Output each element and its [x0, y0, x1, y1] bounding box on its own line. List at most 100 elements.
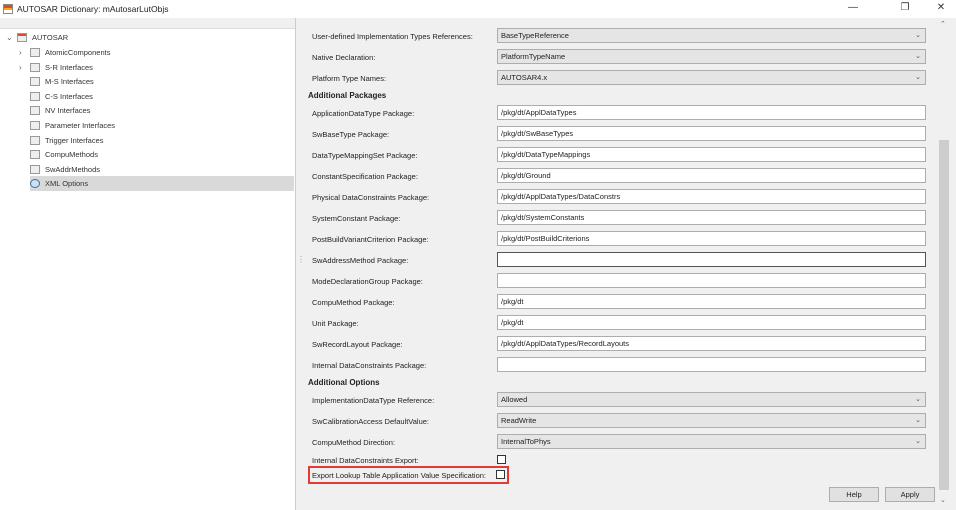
top-field-label: Native Declaration: — [312, 52, 376, 62]
checkbox[interactable] — [497, 455, 506, 464]
package-label: Unit Package: — [312, 318, 359, 328]
package-value: /pkg/dt/Ground — [501, 171, 551, 180]
packages-heading: Additional Packages — [308, 91, 387, 100]
chevron-down-icon: ⌄ — [915, 417, 921, 424]
tree-item[interactable]: XML Options — [30, 176, 294, 192]
tree-item[interactable]: CompuMethods — [30, 147, 294, 162]
scroll-up-icon[interactable]: ⌃ — [940, 20, 946, 28]
option-dropdown[interactable]: InternalToPhys ⌄ — [497, 434, 926, 449]
package-value: /pkg/dt — [501, 297, 524, 306]
package-input[interactable]: /pkg/dt/ApplDataTypes/DataConstrs — [497, 189, 926, 204]
option-label: SwCalibrationAccess DefaultValue: — [312, 416, 430, 426]
package-label: SwBaseType Package: — [312, 129, 390, 139]
option-value: Allowed — [501, 395, 528, 404]
tree-item[interactable]: Trigger Interfaces — [30, 133, 294, 148]
tree-header — [0, 18, 295, 29]
package-input[interactable]: /pkg/dt/ApplDataTypes — [497, 105, 926, 120]
chevron-down-icon: ⌄ — [915, 396, 921, 403]
apply-button[interactable]: Apply — [885, 487, 935, 502]
package-input[interactable] — [497, 357, 926, 372]
tree-root[interactable]: ⌄ AUTOSAR — [0, 30, 294, 45]
package-input[interactable]: /pkg/dt/Ground — [497, 168, 926, 183]
xml-options-panel: User-defined Implementation Types Refere… — [300, 18, 937, 510]
top-field-label: User-defined Implementation Types Refere… — [312, 31, 473, 41]
package-label: ApplicationDataType Package: — [312, 108, 415, 118]
tree-item-label: AtomicComponents — [45, 48, 111, 57]
tree-item-label: XML Options — [45, 179, 89, 189]
package-input[interactable]: /pkg/dt/SwBaseTypes — [497, 126, 926, 141]
vertical-scrollbar[interactable]: ⌃ ⌄ — [937, 18, 951, 510]
chevron-right-icon[interactable]: › — [19, 63, 22, 72]
node-icon — [30, 77, 40, 87]
scroll-down-icon[interactable]: ⌄ — [940, 496, 946, 504]
maximize-button[interactable]: ❐ — [890, 0, 920, 18]
chevron-right-icon[interactable]: › — [19, 48, 22, 57]
tree-item[interactable]: SwAddrMethods — [30, 162, 294, 177]
tree-item-label: M-S Interfaces — [45, 77, 94, 87]
tree-item[interactable]: › S-R Interfaces — [19, 60, 294, 75]
close-button[interactable]: ✕ — [926, 0, 956, 18]
scrollbar-thumb[interactable] — [939, 140, 949, 490]
package-value: /pkg/dt — [501, 318, 524, 327]
tree-item[interactable]: C-S Interfaces — [30, 89, 294, 104]
chevron-down-icon: ⌄ — [915, 438, 921, 445]
node-icon — [30, 91, 40, 101]
top-field-dropdown[interactable]: AUTOSAR4.x ⌄ — [497, 70, 926, 85]
help-button[interactable]: Help — [829, 487, 879, 502]
node-icon — [30, 106, 40, 116]
package-label: DataTypeMappingSet Package: — [312, 150, 418, 160]
node-icon — [30, 150, 40, 160]
top-field-dropdown[interactable]: BaseTypeReference ⌄ — [497, 28, 926, 43]
option-dropdown[interactable]: Allowed ⌄ — [497, 392, 926, 407]
chevron-down-icon: ⌄ — [915, 32, 921, 39]
tree-item[interactable]: Parameter Interfaces — [30, 118, 294, 133]
package-label: Internal DataConstraints Package: — [312, 360, 427, 370]
gear-icon — [30, 179, 40, 189]
package-value: /pkg/dt/PostBuildCriterions — [501, 234, 590, 243]
chevron-down-icon: ⌄ — [915, 74, 921, 81]
autosar-icon — [17, 33, 27, 42]
node-icon — [30, 121, 40, 130]
option-label: ImplementationDataType Reference: — [312, 395, 435, 405]
tree-item-label: CompuMethods — [45, 150, 98, 160]
highlight-box — [308, 466, 509, 484]
package-value: /pkg/dt/DataTypeMappings — [501, 150, 591, 159]
package-input[interactable]: /pkg/dt/SystemConstants — [497, 210, 926, 225]
package-value: /pkg/dt/SwBaseTypes — [501, 129, 574, 138]
tree-item[interactable]: M-S Interfaces — [30, 74, 294, 89]
option-label: CompuMethod Direction: — [312, 437, 395, 447]
tree-item-label: SwAddrMethods — [45, 164, 101, 174]
package-label: PostBuildVariantCriterion Package: — [312, 234, 429, 244]
tree-item-label: NV Interfaces — [45, 106, 91, 116]
package-input[interactable] — [497, 273, 926, 288]
top-field-value: BaseTypeReference — [501, 31, 569, 40]
window-title: AUTOSAR Dictionary: mAutosarLutObjs — [17, 4, 169, 14]
node-icon — [30, 62, 40, 72]
node-icon — [30, 164, 40, 174]
package-input[interactable]: /pkg/dt/ApplDataTypes/RecordLayouts — [497, 336, 926, 351]
option-value: ReadWrite — [501, 416, 537, 425]
chevron-down-icon: ⌄ — [915, 53, 921, 60]
package-input[interactable]: /pkg/dt — [497, 315, 926, 330]
top-field-label: Platform Type Names: — [312, 73, 387, 83]
package-label: CompuMethod Package: — [312, 297, 395, 307]
package-value: /pkg/dt/ApplDataTypes/DataConstrs — [501, 192, 621, 201]
top-field-value: PlatformTypeName — [501, 52, 566, 61]
minimize-button[interactable]: — — [838, 0, 868, 18]
tree-item[interactable]: NV Interfaces — [30, 103, 294, 118]
package-input[interactable] — [497, 252, 926, 267]
tree-item-label: S-R Interfaces — [45, 62, 93, 72]
package-input[interactable]: /pkg/dt/PostBuildCriterions — [497, 231, 926, 246]
app-icon — [3, 4, 13, 14]
package-label: SwRecordLayout Package: — [312, 339, 403, 349]
package-label: Physical DataConstraints Package: — [312, 192, 430, 202]
top-field-dropdown[interactable]: PlatformTypeName ⌄ — [497, 49, 926, 64]
package-label: ConstantSpecification Package: — [312, 171, 418, 181]
option-dropdown[interactable]: ReadWrite ⌄ — [497, 413, 926, 428]
package-label: SystemConstant Package: — [312, 213, 401, 223]
tree-item-label: C-S Interfaces — [45, 91, 93, 101]
package-input[interactable]: /pkg/dt/DataTypeMappings — [497, 147, 926, 162]
tree-item[interactable]: › AtomicComponents — [19, 45, 294, 60]
chevron-down-icon[interactable]: ⌄ — [6, 33, 13, 42]
package-input[interactable]: /pkg/dt — [497, 294, 926, 309]
